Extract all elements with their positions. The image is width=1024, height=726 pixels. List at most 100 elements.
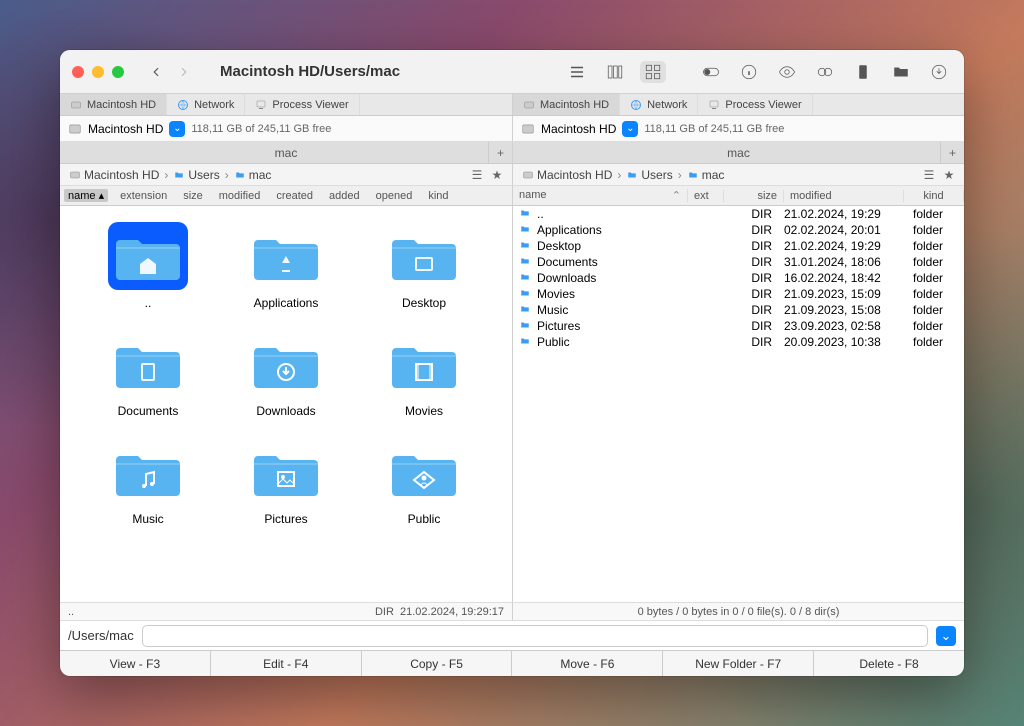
breadcrumb-item[interactable]: mac xyxy=(231,168,275,182)
grid-item-downloads[interactable]: Downloads xyxy=(222,330,350,418)
forward-button[interactable] xyxy=(172,61,196,83)
folder-apps-icon xyxy=(250,226,322,286)
preview-icon[interactable] xyxy=(774,61,800,83)
header-size[interactable]: size xyxy=(179,190,207,202)
grid-item-movies[interactable]: Movies xyxy=(360,330,488,418)
disk-name: Macintosh HD xyxy=(88,122,163,136)
view-columns-icon[interactable] xyxy=(602,61,628,83)
fkey-edit[interactable]: Edit - F4 xyxy=(211,651,362,676)
view-icons-icon[interactable] xyxy=(640,61,666,83)
folder-icon xyxy=(519,223,533,237)
tab-network[interactable]: Network xyxy=(167,94,245,115)
breadcrumb-item[interactable]: Macintosh HD xyxy=(66,168,162,182)
folder-icon xyxy=(519,255,533,269)
folder-icon xyxy=(519,207,533,221)
close-button[interactable] xyxy=(72,66,84,78)
breadcrumb-item[interactable]: Macintosh HD xyxy=(519,168,615,182)
column-headers: name ▴extensionsizemodifiedcreatedaddedo… xyxy=(60,186,964,206)
list-row[interactable]: ApplicationsDIR02.02.2024, 20:01folder xyxy=(513,222,964,238)
star-icon[interactable]: ★ xyxy=(488,166,506,184)
breadcrumb-item[interactable]: Users xyxy=(623,168,675,182)
fkey-new[interactable]: New Folder - F7 xyxy=(663,651,814,676)
header-name[interactable]: name ▴ xyxy=(64,189,108,202)
breadcrumb-item[interactable]: mac xyxy=(684,168,728,182)
compress-icon[interactable] xyxy=(850,61,876,83)
list-row[interactable]: MoviesDIR21.09.2023, 15:09folder xyxy=(513,286,964,302)
list-row[interactable]: DocumentsDIR31.01.2024, 18:06folder xyxy=(513,254,964,270)
fkey-move[interactable]: Move - F6 xyxy=(512,651,663,676)
folder-icon xyxy=(519,319,533,333)
nav-arrows xyxy=(144,61,196,83)
list-row[interactable]: MusicDIR21.09.2023, 15:08folder xyxy=(513,302,964,318)
header-kind[interactable]: kind xyxy=(904,190,964,202)
list-row[interactable]: DesktopDIR21.02.2024, 19:29folder xyxy=(513,238,964,254)
zoom-button[interactable] xyxy=(112,66,124,78)
folder-icon xyxy=(519,335,533,349)
grid-item-applications[interactable]: Applications xyxy=(222,222,350,310)
new-tab-right[interactable]: + xyxy=(940,142,964,163)
grid-item-music[interactable]: Music xyxy=(84,438,212,526)
command-input[interactable] xyxy=(142,625,928,647)
list-row[interactable]: DownloadsDIR16.02.2024, 18:42folder xyxy=(513,270,964,286)
pane-title-row: mac + mac + xyxy=(60,142,964,164)
breadcrumb-item[interactable]: Users xyxy=(170,168,222,182)
header-extension[interactable]: extension xyxy=(116,190,171,202)
header-modified[interactable]: modified xyxy=(784,190,904,202)
back-button[interactable] xyxy=(144,61,168,83)
disk-selector-right[interactable]: Macintosh HD ⌄ 118,11 GB of 245,11 GB fr… xyxy=(512,116,964,141)
tab-macintosh-hd[interactable]: Macintosh HD xyxy=(60,94,167,115)
header-name[interactable]: name ⌃ xyxy=(513,189,688,202)
right-pane[interactable]: ..DIR21.02.2024, 19:29folderApplications… xyxy=(512,206,964,602)
left-pane[interactable]: ..ApplicationsDesktop DocumentsDownloadsM… xyxy=(60,206,512,602)
disk-dropdown-icon[interactable]: ⌄ xyxy=(169,121,185,137)
grid-item-pictures[interactable]: Pictures xyxy=(222,438,350,526)
folder-icon[interactable] xyxy=(888,61,914,83)
new-tab-left[interactable]: + xyxy=(488,142,512,163)
header-created[interactable]: created xyxy=(272,190,317,202)
menu-icon[interactable]: ☰ xyxy=(468,166,486,184)
header-ext[interactable]: ext xyxy=(688,190,724,202)
list-row[interactable]: ..DIR21.02.2024, 19:29folder xyxy=(513,206,964,222)
header-size[interactable]: size xyxy=(724,190,784,202)
star-icon[interactable]: ★ xyxy=(940,166,958,184)
tab-process-viewer[interactable]: Process Viewer xyxy=(245,94,359,115)
pane-title-right[interactable]: mac + xyxy=(512,142,964,163)
function-keys: View - F3Edit - F4Copy - F5Move - F6New … xyxy=(60,650,964,676)
download-icon[interactable] xyxy=(926,61,952,83)
view-list-icon[interactable] xyxy=(564,61,590,83)
folder-public-icon xyxy=(388,442,460,502)
tab-process-viewer[interactable]: Process Viewer xyxy=(698,94,812,115)
header-kind[interactable]: kind xyxy=(424,190,452,202)
disk-name: Macintosh HD xyxy=(541,122,616,136)
fkey-view[interactable]: View - F3 xyxy=(60,651,211,676)
command-row: /Users/mac ⌄ xyxy=(60,620,964,650)
disk-selector-left[interactable]: Macintosh HD ⌄ 118,11 GB of 245,11 GB fr… xyxy=(60,116,512,141)
grid-item-documents[interactable]: Documents xyxy=(84,330,212,418)
header-added[interactable]: added xyxy=(325,190,364,202)
minimize-button[interactable] xyxy=(92,66,104,78)
folder-icon xyxy=(519,271,533,285)
disk-dropdown-icon[interactable]: ⌄ xyxy=(622,121,638,137)
folder-home-icon xyxy=(112,226,184,286)
fkey-copy[interactable]: Copy - F5 xyxy=(362,651,513,676)
toggle-icon[interactable] xyxy=(698,61,724,83)
fkey-delete[interactable]: Delete - F8 xyxy=(814,651,964,676)
grid-item-..[interactable]: .. xyxy=(84,222,212,310)
search-icon[interactable] xyxy=(812,61,838,83)
grid-item-desktop[interactable]: Desktop xyxy=(360,222,488,310)
tab-network[interactable]: Network xyxy=(620,94,698,115)
folder-icon xyxy=(519,303,533,317)
list-row[interactable]: PicturesDIR23.09.2023, 02:58folder xyxy=(513,318,964,334)
grid-item-public[interactable]: Public xyxy=(360,438,488,526)
info-icon[interactable] xyxy=(736,61,762,83)
toolbar xyxy=(564,61,952,83)
menu-icon[interactable]: ☰ xyxy=(920,166,938,184)
command-dropdown[interactable]: ⌄ xyxy=(936,626,956,646)
list-row[interactable]: PublicDIR20.09.2023, 10:38folder xyxy=(513,334,964,350)
tab-macintosh-hd[interactable]: Macintosh HD xyxy=(513,94,620,115)
header-modified[interactable]: modified xyxy=(215,190,265,202)
status-row: .. DIR 21.02.2024, 19:29:17 0 bytes / 0 … xyxy=(60,602,964,620)
header-opened[interactable]: opened xyxy=(372,190,417,202)
pane-title-left[interactable]: mac + xyxy=(60,142,512,163)
breadcrumb-right: Macintosh HD›Users›mac☰★ xyxy=(512,164,964,185)
